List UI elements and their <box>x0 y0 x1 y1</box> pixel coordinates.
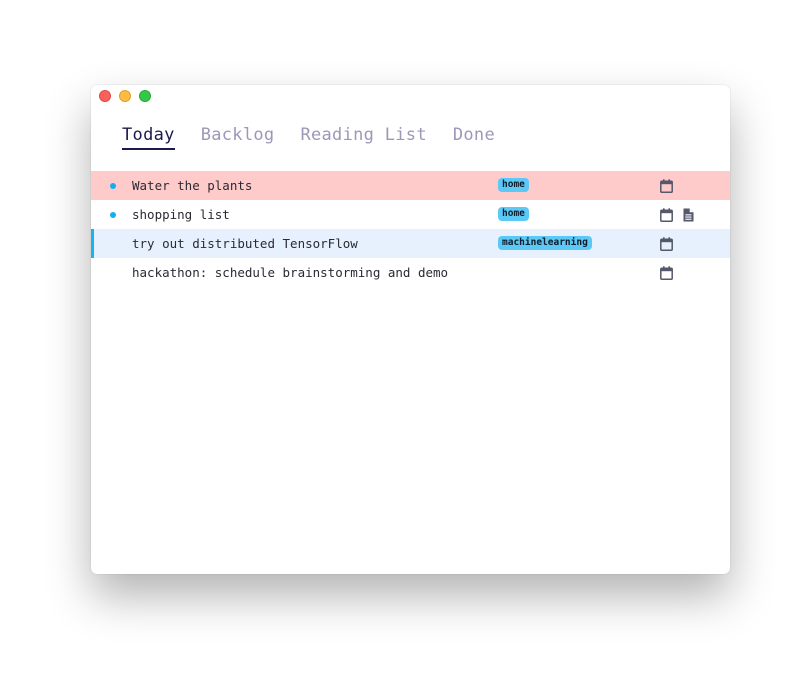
tag-badge[interactable]: machinelearning <box>498 236 592 250</box>
task-title: Water the plants <box>132 178 253 193</box>
tab-backlog[interactable]: Backlog <box>201 125 275 150</box>
task-row[interactable]: try out distributed TensorFlow machinele… <box>91 229 730 258</box>
task-title: try out distributed TensorFlow <box>132 236 358 251</box>
task-row[interactable]: hackathon: schedule brainstorming and de… <box>91 258 730 287</box>
tab-reading-list[interactable]: Reading List <box>300 125 426 150</box>
task-row[interactable]: Water the plants home <box>91 171 730 200</box>
window-controls <box>99 90 151 102</box>
status-dot <box>110 212 116 218</box>
task-row[interactable]: shopping list home <box>91 200 730 229</box>
minimize-window-button[interactable] <box>119 90 131 102</box>
calendar-icon[interactable] <box>660 208 673 222</box>
tag-badge[interactable]: home <box>498 178 529 192</box>
calendar-icon[interactable] <box>660 237 673 251</box>
tab-done[interactable]: Done <box>453 125 495 150</box>
status-dot <box>110 183 116 189</box>
tab-bar: Today Backlog Reading List Done <box>122 125 495 150</box>
tag-badge[interactable]: home <box>498 207 529 221</box>
note-icon[interactable] <box>682 208 695 222</box>
calendar-icon[interactable] <box>660 266 673 280</box>
tab-today[interactable]: Today <box>122 125 175 150</box>
task-title: shopping list <box>132 207 230 222</box>
zoom-window-button[interactable] <box>139 90 151 102</box>
close-window-button[interactable] <box>99 90 111 102</box>
calendar-icon[interactable] <box>660 179 673 193</box>
task-title: hackathon: schedule brainstorming and de… <box>132 265 449 280</box>
app-window: Today Backlog Reading List Done Water th… <box>91 85 730 574</box>
task-list: Water the plants home shopping list home <box>91 171 730 287</box>
